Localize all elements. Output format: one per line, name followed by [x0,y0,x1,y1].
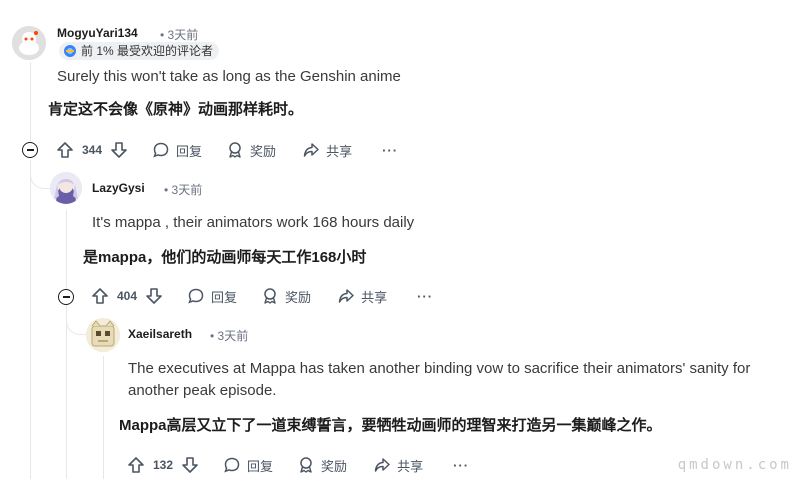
downvote-icon [181,456,199,474]
upvote-button[interactable] [91,287,109,305]
award-button[interactable]: 奖励 [261,287,311,306]
reply-label: 回复 [211,289,238,305]
top-commenter-icon [63,44,77,58]
vote-count: 404 [117,289,138,303]
reply-button[interactable]: 回复 [152,141,202,160]
share-button[interactable]: 共享 [337,287,387,306]
share-button[interactable]: 共享 [373,456,423,475]
username[interactable]: LazyGysi [92,181,145,195]
award-button[interactable]: 奖励 [297,456,347,475]
comment-text-continued: another peak episode. [128,382,277,399]
comment-text: It's mappa , their animators work 168 ho… [92,214,415,231]
award-label: 奖励 [285,289,312,305]
downvote-icon [145,287,163,305]
share-icon [302,141,320,159]
comment-actions: 344 回复 奖励 共享 ··· [56,138,398,162]
comment-bubble-icon [152,141,170,159]
avatar[interactable] [86,318,120,352]
reply-label: 回复 [247,458,274,474]
flair-badge: 前 1% 最受欢迎的评论者 [59,42,220,60]
comment-actions: 132 回复 奖励 共享 ··· [127,453,469,477]
comment-bubble-icon [187,287,205,305]
reply-label: 回复 [176,143,203,159]
award-button[interactable]: 奖励 [226,141,276,160]
comment-text: The executives at Mappa has taken anothe… [128,360,751,377]
username[interactable]: Xaeilsareth [128,327,192,341]
share-button[interactable]: 共享 [302,141,352,160]
comment-translation: Mappa高层又立下了一道束缚誓言，要牺牲动画师的理智来打造另一集巅峰之作。 [119,417,662,434]
comment-translation: 是mappa，他们的动画师每天工作168小时 [83,249,367,266]
upvote-icon [127,456,145,474]
share-icon [337,287,355,305]
downvote-icon [110,141,128,159]
downvote-button[interactable] [181,456,199,474]
comment-actions: 404 回复 奖励 共享 ··· [91,284,433,308]
downvote-button[interactable] [110,141,128,159]
share-label: 共享 [326,143,353,159]
share-icon [373,456,391,474]
award-label: 奖励 [321,458,348,474]
vote-count: 344 [82,143,103,157]
comment-bubble-icon [223,456,241,474]
upvote-button[interactable] [127,456,145,474]
timestamp: • 3天前 [164,183,203,197]
reply-button[interactable]: 回复 [187,287,237,306]
comment-translation: 肯定这不会像《原神》动画那样耗时。 [48,101,304,118]
timestamp: • 3天前 [210,329,249,343]
share-label: 共享 [397,458,424,474]
more-options-button[interactable]: ··· [453,458,469,473]
flair-text: 前 1% 最受欢迎的评论者 [81,44,214,58]
award-icon [297,456,315,474]
award-icon [226,141,244,159]
avatar[interactable] [12,26,46,60]
share-label: 共享 [361,289,388,305]
upvote-icon [91,287,109,305]
avatar[interactable] [50,172,82,204]
downvote-button[interactable] [145,287,163,305]
username[interactable]: MogyuYari134 [57,26,138,40]
collapse-thread-button[interactable] [58,289,74,305]
more-options-button[interactable]: ··· [382,143,398,158]
reply-button[interactable]: 回复 [223,456,273,475]
award-icon [261,287,279,305]
timestamp: • 3天前 [160,28,199,42]
upvote-icon [56,141,74,159]
watermark: qmdown.com [677,457,792,473]
more-options-button[interactable]: ··· [417,289,433,304]
collapse-thread-button[interactable] [22,142,38,158]
award-label: 奖励 [250,143,277,159]
vote-count: 132 [153,458,174,472]
comment-text: Surely this won't take as long as the Ge… [57,68,401,85]
upvote-button[interactable] [56,141,74,159]
